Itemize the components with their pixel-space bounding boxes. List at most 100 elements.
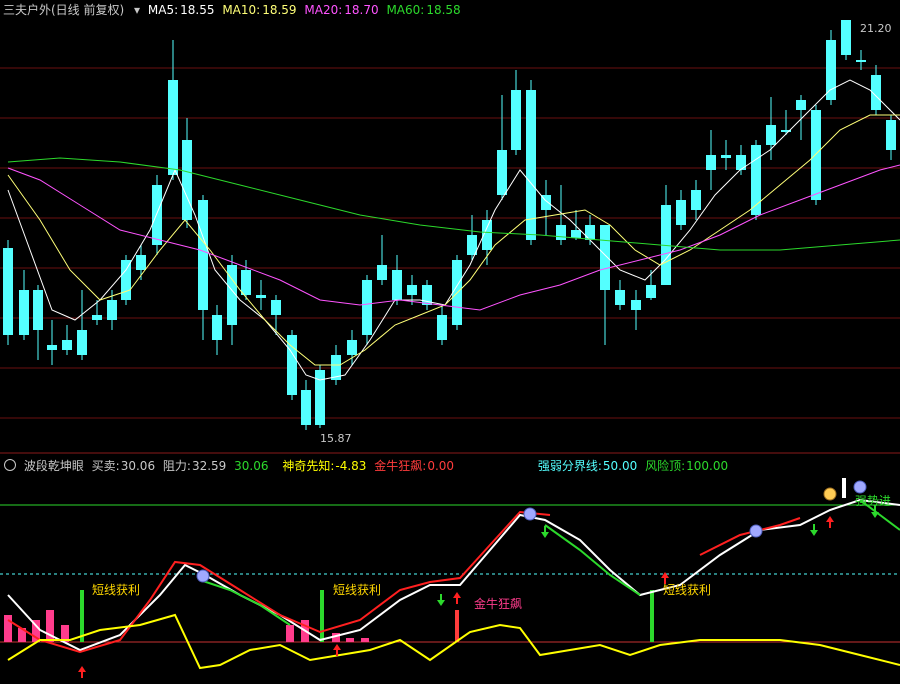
up-arrow-icon — [826, 516, 834, 522]
buy-sell-label: 买卖: — [91, 459, 120, 473]
candle-body — [3, 248, 13, 335]
candle-body — [497, 150, 507, 195]
candle-body — [766, 125, 776, 145]
strength-label: 强弱分界线: — [537, 459, 602, 473]
indicator-name[interactable]: 波段乾坤眼 — [24, 459, 84, 473]
candle-body — [271, 300, 281, 315]
candle-body — [121, 260, 131, 300]
candle-body — [47, 345, 57, 350]
indicator-panel — [4, 478, 900, 678]
candle-body — [407, 285, 417, 295]
short-profit-label-2: 短线获利 — [333, 583, 381, 597]
risk-value: 100.00 — [686, 459, 729, 473]
shenqi-value: -4.83 — [335, 459, 367, 473]
strength-value: 50.00 — [602, 459, 638, 473]
down-arrow-icon — [810, 530, 818, 536]
indicator-settings-icon[interactable] — [4, 459, 16, 471]
indicator-white-line — [7, 498, 900, 652]
candle-body — [182, 140, 192, 220]
jinniu-bar — [455, 610, 459, 642]
signal-bar — [286, 625, 294, 642]
low-price-label: 15.87 — [320, 432, 352, 445]
candle-body — [19, 290, 29, 335]
candle-body — [571, 230, 581, 238]
candle-body — [437, 315, 447, 340]
short-profit-bar — [320, 590, 324, 642]
strong-enter-label: 强势进 — [855, 494, 891, 508]
jinniu-value: 0.00 — [427, 459, 455, 473]
down-arrow-icon — [437, 600, 445, 606]
candle-body — [676, 200, 686, 225]
jinniu-label: 金牛狂飙: — [374, 459, 427, 473]
candle-body — [241, 270, 251, 295]
candle-body — [301, 390, 311, 425]
signal-bar — [346, 638, 354, 642]
candle-body — [168, 80, 178, 175]
candle-body — [826, 40, 836, 100]
sad-face-icon — [196, 569, 210, 583]
sad-face-icon — [749, 524, 763, 538]
ma60-line — [7, 157, 900, 251]
short-profit-bar — [80, 590, 84, 642]
candle-body — [107, 300, 117, 320]
jinniu-signal-label: 金牛狂飙 — [474, 596, 522, 611]
high-price-label: 21.20 — [860, 22, 892, 35]
candle-body — [392, 270, 402, 300]
short-profit-bar — [650, 590, 654, 642]
candle-body — [62, 340, 72, 350]
indicator-header: 波段乾坤眼 买卖:30.06 阻力:32.59 30.06 神奇先知:-4.83… — [0, 456, 732, 476]
third-value: 30.06 — [234, 459, 269, 473]
sad-face-icon — [523, 507, 537, 521]
buy-sell-value: 30.06 — [120, 459, 156, 473]
candle-body — [556, 225, 566, 240]
candle-body — [77, 330, 87, 355]
candlestick-chart[interactable]: 21.20 15.87 短线获利 短线获利 短线获利 金牛狂飙 强势进 — [0, 0, 900, 684]
candle-body — [362, 280, 372, 335]
up-arrow-icon — [453, 592, 461, 598]
candle-body — [256, 295, 266, 298]
up-arrow-icon — [78, 666, 86, 672]
resistance-value: 32.59 — [191, 459, 227, 473]
signal-bar — [361, 638, 369, 642]
candle-body — [706, 155, 716, 170]
indicator-green-line-2 — [544, 524, 641, 596]
candle-body — [136, 255, 146, 270]
candle-body — [615, 290, 625, 305]
candle-body — [92, 315, 102, 320]
down-arrow-icon — [871, 512, 879, 518]
candle-body — [33, 290, 43, 330]
candle-body — [212, 315, 222, 340]
stock-chart-window: 三夫户外(日线 前复权) ▾ MA5: 18.55 MA10: 18.59 MA20… — [0, 0, 900, 684]
down-arrow-icon — [541, 532, 549, 538]
candle-body — [646, 285, 656, 298]
candle-body — [198, 200, 208, 310]
candle-body — [796, 100, 806, 110]
up-arrow-icon — [661, 572, 669, 578]
candle-body — [152, 185, 162, 245]
sad-face-icon — [853, 480, 867, 494]
resistance-label: 阻力: — [162, 459, 191, 473]
short-profit-label-3: 短线获利 — [663, 583, 711, 597]
candle-body — [631, 300, 641, 310]
candle-body — [841, 20, 851, 55]
candle-body — [886, 120, 896, 150]
candle-body — [511, 90, 521, 150]
candle-body — [600, 225, 610, 290]
signal-bar — [4, 615, 12, 642]
candle-body — [856, 60, 866, 62]
indicator-red-line — [7, 510, 551, 654]
money-bag-icon — [823, 487, 837, 501]
candle-body — [585, 225, 595, 240]
risk-label: 风险顶: — [645, 459, 686, 473]
indicator-green-line — [199, 579, 291, 626]
candle-body — [347, 340, 357, 355]
candle-body — [811, 110, 821, 200]
up-arrow-icon — [333, 644, 341, 650]
shenqi-label: 神奇先知: — [282, 459, 335, 473]
candle-body — [691, 190, 701, 210]
candle-body — [721, 155, 731, 158]
candle-body — [377, 265, 387, 280]
candle-body — [526, 90, 536, 240]
risk-marker-bar — [842, 478, 846, 498]
candle-body — [736, 155, 746, 170]
